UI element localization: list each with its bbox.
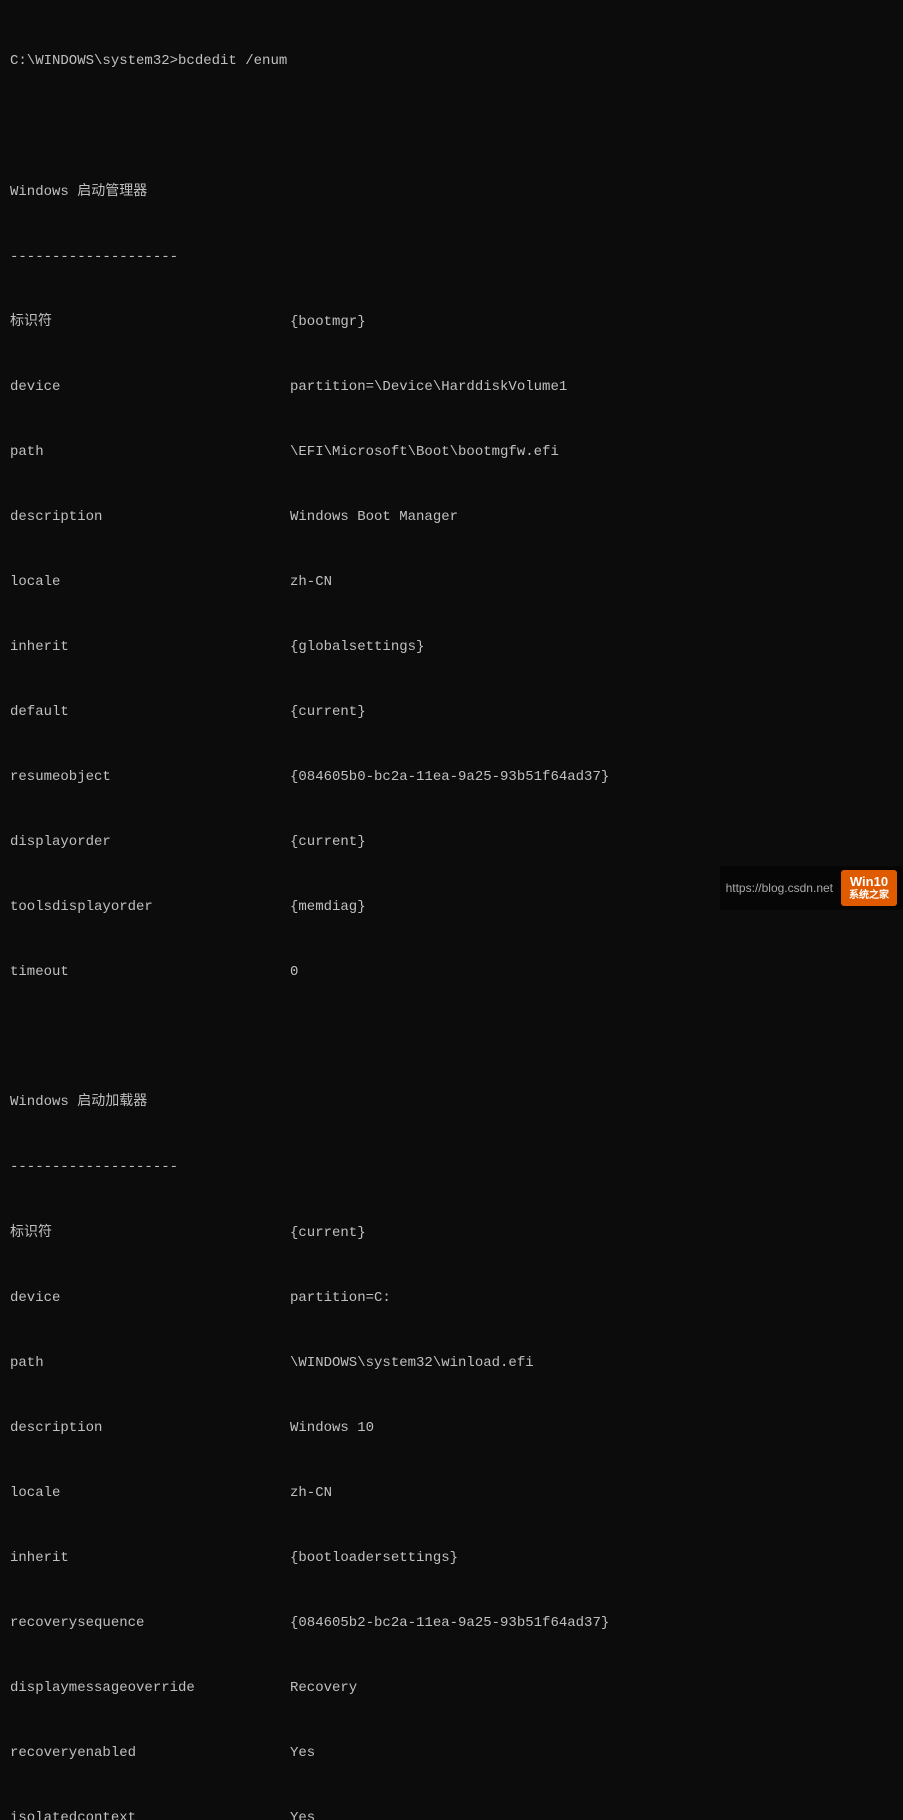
watermark-container: https://blog.csdn.net Win10 系统之家 [720,866,903,910]
win10-badge: Win10 系统之家 [841,870,897,906]
row-recoveryenabled: recoveryenabledYes [10,1743,893,1765]
row-description-2: descriptionWindows 10 [10,1418,893,1440]
row-isolatedcontext: isolatedcontextYes [10,1808,893,1820]
section1-title: Windows 启动管理器 [10,182,893,204]
section2-divider: -------------------- [10,1157,893,1179]
badge-line1: Win10 [850,874,888,890]
row-path-2: path\WINDOWS\system32\winload.efi [10,1353,893,1375]
row-description-1: descriptionWindows Boot Manager [10,507,893,529]
section2-title: Windows 启动加载器 [10,1092,893,1114]
row-identifier-2: 标识符{current} [10,1223,893,1245]
row-device-2: devicepartition=C: [10,1288,893,1310]
row-default-1: default{current} [10,702,893,724]
row-timeout-1: timeout0 [10,962,893,984]
terminal-output: C:\WINDOWS\system32>bcdedit /enum Window… [0,0,903,1820]
blank-line-1 [10,116,893,138]
row-resumeobject-1: resumeobject{084605b0-bc2a-11ea-9a25-93b… [10,767,893,789]
row-inherit-1: inherit{globalsettings} [10,637,893,659]
row-identifier-1: 标识符{bootmgr} [10,312,893,334]
section1-divider: -------------------- [10,247,893,269]
row-device-1: devicepartition=\Device\HarddiskVolume1 [10,377,893,399]
blank-line-2 [10,1027,893,1049]
row-path-1: path\EFI\Microsoft\Boot\bootmgfw.efi [10,442,893,464]
row-displaymessageoverride: displaymessageoverrideRecovery [10,1678,893,1700]
row-locale-2: localezh-CN [10,1483,893,1505]
badge-line2: 系统之家 [849,890,889,902]
row-locale-1: localezh-CN [10,572,893,594]
command-line: C:\WINDOWS\system32>bcdedit /enum [10,51,893,73]
row-inherit-2: inherit{bootloadersettings} [10,1548,893,1570]
watermark-url: https://blog.csdn.net [726,881,833,895]
row-recoverysequence: recoverysequence{084605b2-bc2a-11ea-9a25… [10,1613,893,1635]
row-displayorder-1: displayorder{current} [10,832,893,854]
